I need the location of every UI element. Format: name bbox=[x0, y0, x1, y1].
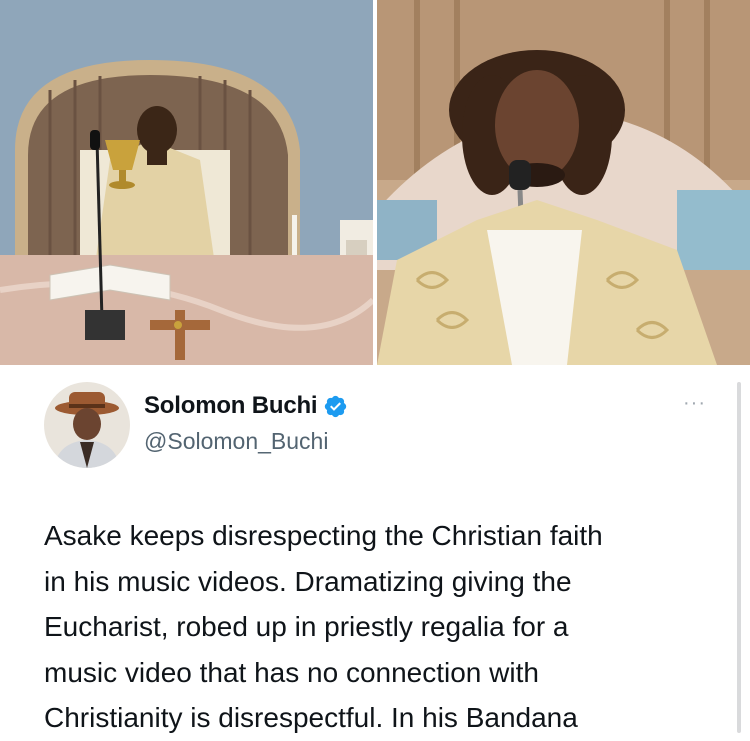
display-name[interactable]: Solomon Buchi bbox=[144, 392, 318, 420]
tweet-text-line: music video that has no connection with bbox=[44, 656, 539, 688]
image-collage bbox=[0, 0, 750, 365]
tweet-text-line: Asake keeps disrespecting the Christian … bbox=[44, 520, 603, 551]
tweet-text: Asake keeps disrespecting the Christian … bbox=[44, 513, 709, 741]
verified-badge-icon bbox=[323, 394, 348, 419]
photo-altar-chalice[interactable] bbox=[0, 0, 373, 365]
photo-priestly-regalia[interactable] bbox=[377, 0, 750, 365]
author-name-row: Solomon Buchi bbox=[144, 392, 348, 420]
user-handle[interactable]: @Solomon_Buchi bbox=[144, 428, 328, 455]
tweet-text-line: in his music videos. Dramatizing giving … bbox=[44, 565, 572, 597]
tweet-text-line: Eucharist, robed up in priestly regalia … bbox=[44, 611, 569, 642]
avatar[interactable] bbox=[44, 382, 130, 468]
scrollbar[interactable] bbox=[737, 382, 741, 733]
more-options-icon[interactable]: ··· bbox=[683, 393, 706, 413]
tweet-text-line: Christianity is disrespectful. In his Ba… bbox=[44, 702, 578, 733]
